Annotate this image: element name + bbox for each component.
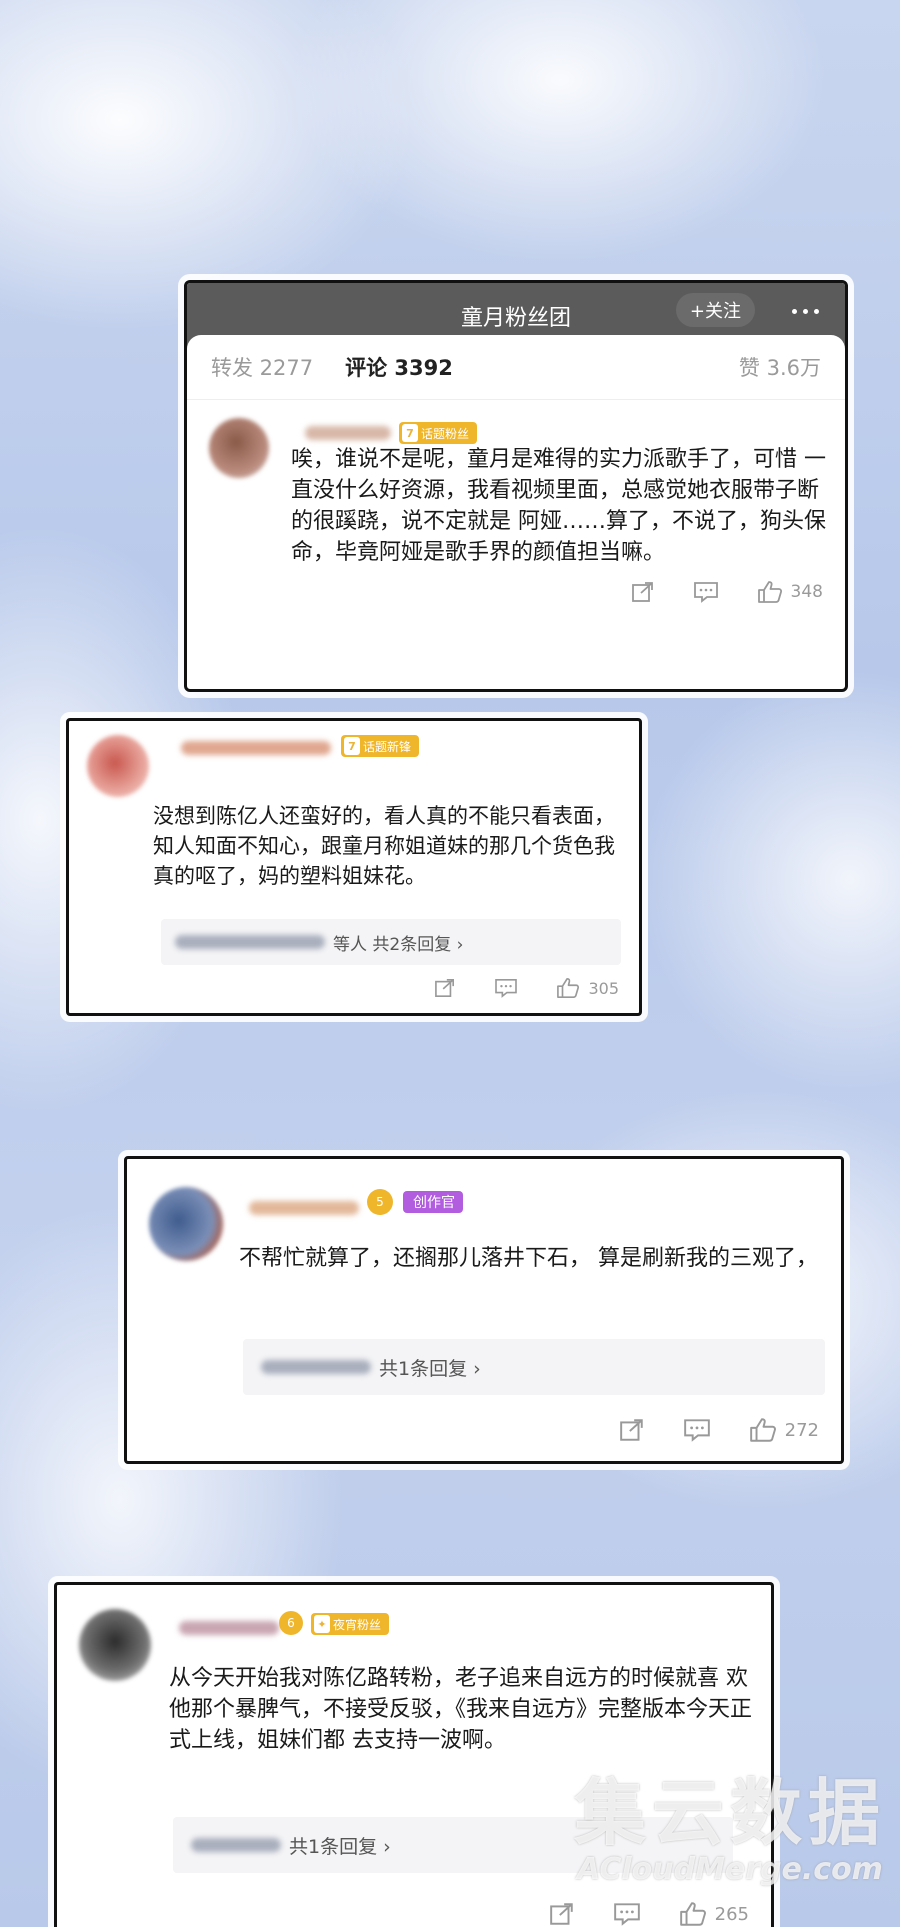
- thumbs-up-icon: [749, 1418, 776, 1442]
- like-count: 305: [588, 978, 619, 998]
- user-name[interactable]: [305, 426, 391, 440]
- replies-label: 共1条回复 ›: [379, 1357, 481, 1380]
- share-button[interactable]: [619, 1418, 645, 1442]
- comment-text: 不帮忙就算了，还搁那儿落井下石， 算是刷新我的三观了，: [239, 1246, 818, 1271]
- creator-badge: 创作官: [403, 1191, 463, 1213]
- share-button[interactable]: [631, 581, 655, 603]
- avatar[interactable]: [209, 418, 269, 478]
- comment-card-2: 7 话题新锋 没想到陈亿人还蛮好的，看人真的不能只看表面，知人知面不知心，跟童月…: [66, 718, 642, 1016]
- more-icon[interactable]: [792, 309, 819, 314]
- share-button[interactable]: [549, 1902, 575, 1926]
- comment-1: 7 话题粉丝 唉，谁说不是呢，童月是难得的实力派歌手了，可惜 一直没什么好资源，…: [187, 400, 845, 680]
- fan-badge: 7 话题粉丝: [399, 422, 478, 444]
- comment-icon: [683, 1419, 710, 1442]
- share-icon: [549, 1903, 573, 1925]
- crown-icon: 5: [367, 1189, 393, 1215]
- avatar[interactable]: [79, 1609, 151, 1681]
- replies-label: 共1条回复 ›: [289, 1835, 391, 1858]
- tab-repost[interactable]: 转发 2277: [211, 352, 313, 382]
- comment-icon: [495, 979, 518, 998]
- like-count: 265: [714, 1903, 749, 1925]
- like-button[interactable]: 305: [556, 977, 619, 999]
- watermark: 集云数据 ACloudMerge.com: [574, 1773, 886, 1887]
- share-button[interactable]: [434, 978, 456, 998]
- comment-text: 唉，谁说不是呢，童月是难得的实力派歌手了，可惜 一直没什么好资源，我看视频里面，…: [291, 447, 826, 565]
- like-button[interactable]: 348: [757, 580, 823, 604]
- avatar[interactable]: [149, 1187, 223, 1261]
- replies-preview[interactable]: 等人 共2条回复 ›: [161, 919, 621, 965]
- avatar[interactable]: [87, 735, 149, 797]
- watermark-en: ACloudMerge.com: [577, 1852, 883, 1887]
- tab-likes[interactable]: 赞 3.6万: [739, 352, 821, 382]
- reply-button[interactable]: [494, 978, 518, 998]
- comment-icon: [613, 1903, 640, 1926]
- tab-comments[interactable]: 评论 3392: [345, 352, 453, 382]
- comment-actions: 348: [593, 580, 823, 604]
- comment-card-3: 5 创作官 不帮忙就算了，还搁那儿落井下石， 算是刷新我的三观了， 共1条回复 …: [124, 1156, 844, 1464]
- post-title: 童月粉丝团: [460, 306, 571, 331]
- comment-text: 没想到陈亿人还蛮好的，看人真的不能只看表面，知人知面不知心，跟童月称姐道妹的那几…: [153, 804, 615, 888]
- comment-icon: [693, 582, 718, 603]
- reply-user-names: [191, 1838, 281, 1852]
- user-name[interactable]: [179, 1621, 279, 1635]
- reply-user-names: [175, 935, 325, 949]
- comment-actions: 265: [511, 1901, 749, 1927]
- share-icon: [435, 979, 455, 997]
- share-icon: [619, 1419, 643, 1441]
- user-name[interactable]: [249, 1201, 359, 1215]
- reply-button[interactable]: [683, 1418, 711, 1442]
- fan-badge: ✦ 夜宵粉丝: [311, 1613, 390, 1635]
- thumbs-up-icon: [679, 1902, 706, 1926]
- watermark-cn: 集云数据: [573, 1771, 886, 1855]
- reply-button[interactable]: [693, 581, 719, 603]
- post-tabs: 转发 2277 评论 3392 赞 3.6万: [187, 335, 845, 400]
- like-button[interactable]: 272: [749, 1417, 819, 1443]
- like-button[interactable]: 265: [679, 1901, 749, 1927]
- comment-text: 从今天开始我对陈亿路转粉，老子追来自远方的时候就喜 欢他那个暴脾气，不接受反驳，…: [169, 1666, 753, 1753]
- reply-user-names: [261, 1360, 371, 1374]
- share-icon: [631, 582, 653, 602]
- thumbs-up-icon: [757, 581, 782, 603]
- reply-button[interactable]: [613, 1902, 641, 1926]
- replies-preview[interactable]: 共1条回复 ›: [243, 1339, 825, 1395]
- follow-button[interactable]: +关注: [675, 293, 755, 327]
- crown-icon: 6: [279, 1611, 303, 1635]
- thumbs-up-icon: [557, 978, 580, 998]
- replies-label: 等人 共2条回复 ›: [333, 934, 464, 955]
- user-name[interactable]: [181, 741, 331, 755]
- fan-badge: 7 话题新锋: [341, 735, 420, 757]
- like-count: 272: [784, 1419, 819, 1441]
- comment-card-1: 童月粉丝团 +关注 转发 2277 评论 3392 赞 3.6万 7 话题粉丝 …: [184, 280, 848, 692]
- like-count: 348: [790, 582, 823, 602]
- comment-actions: 305: [396, 977, 619, 999]
- comment-actions: 272: [581, 1417, 819, 1443]
